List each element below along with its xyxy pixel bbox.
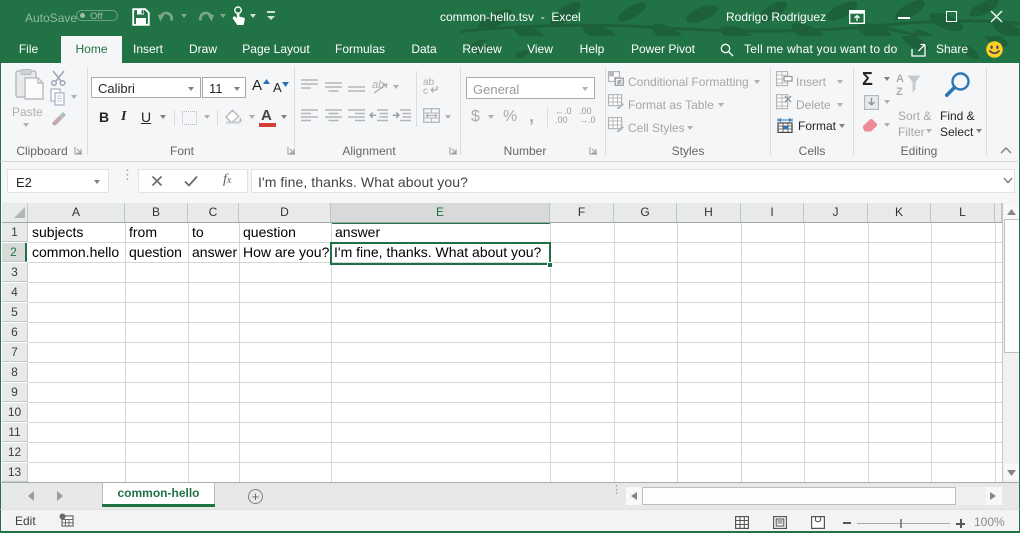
svg-text:ab: ab [372,79,384,91]
svg-text:Z: Z [896,86,903,98]
svg-text:c: c [423,86,428,94]
svg-text:A: A [896,73,904,85]
